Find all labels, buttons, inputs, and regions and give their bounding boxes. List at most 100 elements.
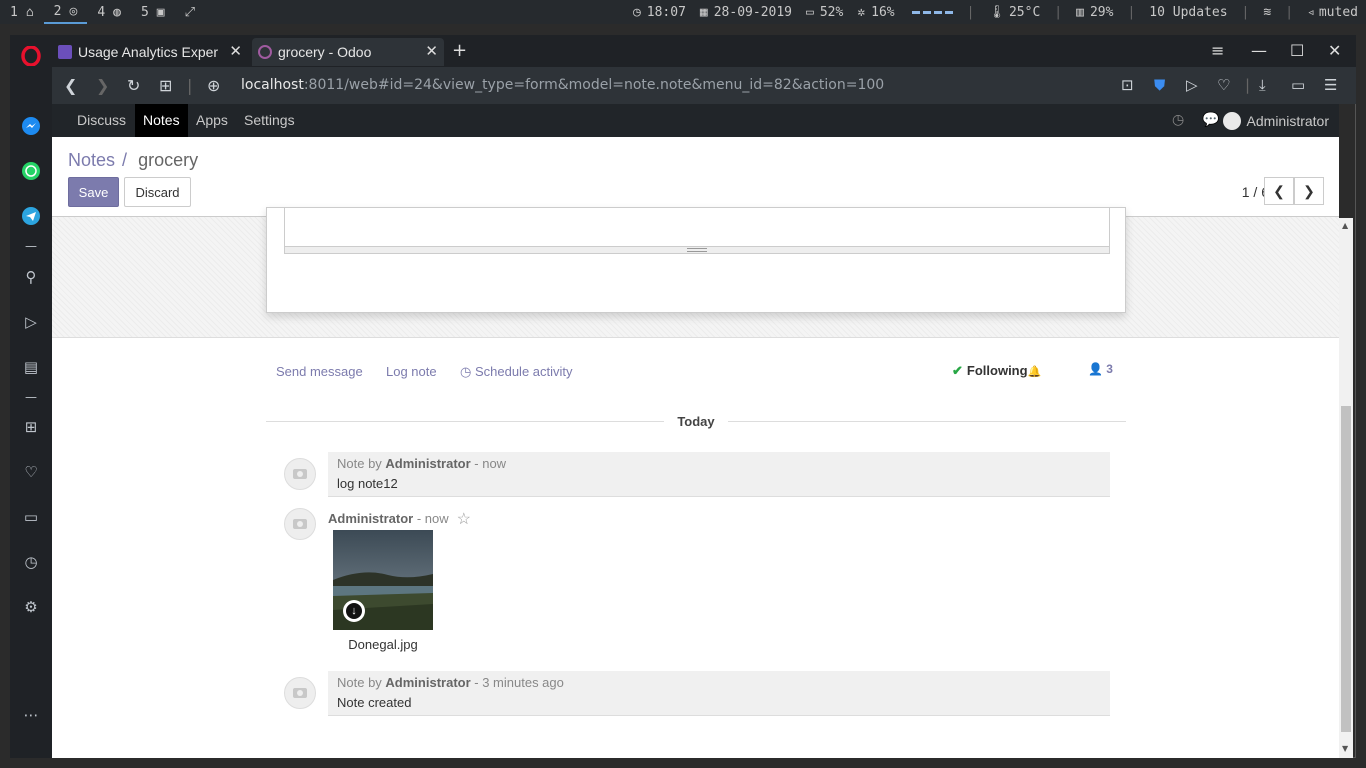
following-label: Following xyxy=(966,363,1028,378)
camera-icon[interactable]: ⊡ xyxy=(1121,76,1134,94)
following-button[interactable]: ✔ Following🔔 xyxy=(952,363,1041,379)
telegram-icon[interactable] xyxy=(21,206,41,226)
save-button[interactable]: Save xyxy=(68,177,119,207)
avatar[interactable] xyxy=(284,677,316,709)
workspace-4[interactable]: 4 ◍ xyxy=(87,0,131,24)
message-author[interactable]: Administrator xyxy=(385,675,470,690)
history-icon[interactable]: ◷ xyxy=(21,552,41,572)
control-panel: Notes / grocery Save Discard 1 / 6 ❮ ❯ xyxy=(52,137,1339,217)
menu-settings[interactable]: Settings xyxy=(236,104,303,137)
close-icon[interactable]: ✕ xyxy=(425,42,438,60)
breadcrumb-notes-link[interactable]: Notes xyxy=(68,150,115,170)
search-icon[interactable]: ⚲ xyxy=(21,267,41,287)
star-icon[interactable]: ☆ xyxy=(457,509,471,529)
page-scrollbar[interactable]: ▲ ▼ xyxy=(1339,218,1353,758)
expand-icon[interactable]: ⤢ xyxy=(175,0,205,24)
more-icon[interactable]: ⋯ xyxy=(21,705,41,725)
tab-usage-analytics[interactable]: Usage Analytics Exper ✕ xyxy=(52,38,248,66)
workspace-1[interactable]: 1 ⌂ xyxy=(0,0,44,24)
divider: — xyxy=(25,239,37,253)
menu-discuss[interactable]: Discuss xyxy=(69,104,134,137)
attachment-thumbnail[interactable]: ↓ xyxy=(333,530,433,630)
cpu-icon: ✲ xyxy=(857,4,866,20)
download-icon[interactable]: ↓ xyxy=(343,600,365,622)
message-date: - 3 minutes ago xyxy=(470,675,564,690)
forward-icon[interactable]: ❯ xyxy=(96,76,109,95)
pager-next-button[interactable]: ❯ xyxy=(1294,177,1324,205)
followers-button[interactable]: 👤 3 xyxy=(1088,362,1113,376)
close-window-icon[interactable]: ✕ xyxy=(1328,41,1341,60)
followers-count: 3 xyxy=(1106,362,1113,376)
chrome-icon: ◎ xyxy=(69,3,78,19)
opera-sidebar: — ⚲ ▷ ▤ — ⊞ ♡ ▭ ◷ ⚙ ⋯ xyxy=(10,35,52,758)
heart-icon[interactable]: ♡ xyxy=(1217,76,1230,94)
schedule-activity-button[interactable]: ◷ Schedule activity xyxy=(460,364,573,380)
tag-icon: ◍ xyxy=(113,4,121,20)
scroll-up-icon[interactable]: ▲ xyxy=(1342,221,1348,230)
pager-previous-button[interactable]: ❮ xyxy=(1264,177,1294,205)
scroll-down-icon[interactable]: ▼ xyxy=(1342,744,1348,753)
heart-icon[interactable]: ♡ xyxy=(21,462,41,482)
download-icon[interactable]: ⤓ xyxy=(1259,76,1266,94)
activity-clock-icon[interactable]: ◷ xyxy=(1172,111,1184,128)
easy-setup-icon[interactable]: ☰ xyxy=(1324,76,1337,94)
adblock-icon[interactable]: ⛊ xyxy=(1154,76,1165,94)
workspace-number: 1 xyxy=(10,4,18,20)
menu-notes[interactable]: Notes xyxy=(135,104,188,137)
time: 18:07 xyxy=(646,4,686,20)
opera-logo-icon[interactable] xyxy=(21,46,41,66)
minimize-icon[interactable]: — xyxy=(1251,41,1267,60)
send-icon[interactable]: ▷ xyxy=(1186,76,1198,94)
log-note-button[interactable]: Log note xyxy=(386,364,437,379)
message-date: - now xyxy=(470,456,507,471)
schedule-activity-label: Schedule activity xyxy=(474,364,573,379)
calendar-icon: ▦ xyxy=(699,4,708,20)
user-icon: 👤 xyxy=(1088,362,1103,376)
whatsapp-icon[interactable] xyxy=(21,161,41,181)
workspace-5[interactable]: 5 ▣ xyxy=(131,0,175,24)
url-field[interactable]: localhost:8011/web#id=24&view_type=form&… xyxy=(241,77,884,93)
clock-icon: ◷ xyxy=(632,4,641,20)
new-tab-button[interactable]: + xyxy=(452,40,467,61)
chevron-left-icon: ❮ xyxy=(1273,182,1285,199)
tab-grocery-odoo[interactable]: grocery - Odoo ✕ xyxy=(252,38,444,66)
battery-saver-icon[interactable]: ▭ xyxy=(1291,76,1305,94)
avatar[interactable] xyxy=(284,458,316,490)
volume-status[interactable]: muted xyxy=(1319,5,1358,20)
news-icon[interactable]: ▭ xyxy=(21,507,41,527)
tab-title: grocery - Odoo xyxy=(278,44,372,60)
updates[interactable]: 10 Updates xyxy=(1149,5,1227,20)
maximize-icon[interactable]: ☐ xyxy=(1290,41,1304,60)
menu-apps[interactable]: Apps xyxy=(188,104,236,137)
chat-bubbles-icon[interactable]: 💬 xyxy=(1202,111,1219,128)
speed-dial-icon[interactable]: ⊞ xyxy=(21,417,41,437)
camera-icon xyxy=(293,688,307,698)
resize-handle[interactable] xyxy=(285,246,1109,253)
message-author[interactable]: Administrator xyxy=(385,456,470,471)
close-icon[interactable]: ✕ xyxy=(229,42,242,60)
workspace-2[interactable]: 2 ◎ xyxy=(43,0,88,24)
attachment-filename[interactable]: Donegal.jpg xyxy=(333,637,433,652)
avatar[interactable] xyxy=(284,508,316,540)
note-editor[interactable] xyxy=(284,208,1110,254)
speed-dial-icon[interactable]: ⊞ xyxy=(159,76,172,95)
note-prefix: Note by xyxy=(337,456,386,471)
message-author[interactable]: Administrator xyxy=(328,511,413,526)
settings-icon[interactable]: ⚙ xyxy=(21,597,41,617)
odoo-page: Discuss Notes Apps Settings ◷ 💬 Administ… xyxy=(52,104,1339,758)
discard-button[interactable]: Discard xyxy=(124,177,191,207)
reload-icon[interactable]: ↻ xyxy=(127,76,140,95)
tab-menu-icon[interactable]: ≡ xyxy=(1211,41,1224,60)
check-icon: ✔ xyxy=(952,363,963,378)
wallet-icon[interactable]: ▤ xyxy=(21,357,41,377)
message-header: Note by Administrator - 3 minutes ago xyxy=(337,673,1101,693)
scrollbar-thumb[interactable] xyxy=(1341,406,1351,732)
terminal-icon: ▣ xyxy=(156,4,165,20)
back-icon[interactable]: ❮ xyxy=(64,76,77,95)
send-icon[interactable]: ▷ xyxy=(21,312,41,332)
message-note: Note by Administrator - now log note12 xyxy=(328,452,1110,497)
user-menu[interactable]: Administrator xyxy=(1222,104,1329,137)
send-message-button[interactable]: Send message xyxy=(276,364,363,379)
messenger-icon[interactable] xyxy=(21,116,41,136)
user-name: Administrator xyxy=(1246,112,1329,129)
